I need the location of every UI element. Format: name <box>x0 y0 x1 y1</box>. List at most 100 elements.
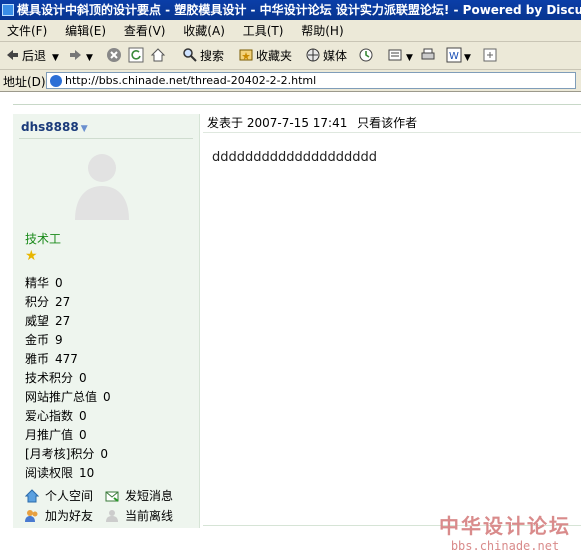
stat-label: 阅读权限 <box>25 466 74 480</box>
home-icon <box>25 489 39 503</box>
stat-label: 月推广值 <box>25 428 74 442</box>
author-profile-panel: dhs8888 ▼ 技术工 ★ 精华 0 积分 27 威望 27 金币 9 雅币 477 技… <box>13 114 200 528</box>
search-icon <box>183 48 197 62</box>
back-button[interactable]: 后退 ▼ <box>4 46 59 66</box>
home-icon <box>150 48 166 62</box>
history-button[interactable] <box>358 46 376 66</box>
address-url: http://bbs.chinade.net/thread-20402-2-2.… <box>65 74 317 87</box>
avatar <box>75 154 129 220</box>
media-icon <box>306 48 320 62</box>
add-friend-icon <box>25 510 38 522</box>
favorites-label: 收藏夹 <box>256 49 293 63</box>
site-watermark: 中华设计论坛 bbs.chinade.net <box>430 510 580 553</box>
stat-row: 积分 27 <box>25 293 111 312</box>
home-button[interactable] <box>150 46 168 66</box>
offline-user-icon <box>106 510 118 522</box>
edit-dropdown-icon: ▼ <box>464 53 471 63</box>
window-title: 模具设计中斜顶的设计要点 - 塑胶模具设计 - 中华设计论坛 设计实力派联盟论坛… <box>17 3 581 17</box>
stat-row: 月推广值 0 <box>25 426 111 445</box>
menu-favorites[interactable]: 收藏(A) <box>176 20 232 42</box>
mail-icon <box>388 49 402 61</box>
address-bar: 地址(D) http://bbs.chinade.net/thread-2040… <box>0 70 581 92</box>
mail-button[interactable]: ▼ <box>388 46 413 66</box>
post-datetime: 2007-7-15 17:41 <box>246 116 348 130</box>
address-label: 地址(D) <box>3 75 46 89</box>
stat-label: 雅币 <box>25 352 50 366</box>
stat-value: 0 <box>79 371 87 385</box>
personal-space-link[interactable]: 个人空间 <box>25 487 93 504</box>
ie-app-icon <box>2 4 14 16</box>
stat-value: 0 <box>103 390 111 404</box>
history-icon <box>359 48 373 62</box>
toolbar: 后退 ▼ ▼ 搜索 收藏夹 媒体 ▼ W ▼ <box>0 42 581 70</box>
user-rank: 技术工 <box>25 232 62 246</box>
refresh-button[interactable] <box>128 46 146 66</box>
menu-bar: 文件(F) 编辑(E) 查看(V) 收藏(A) 工具(T) 帮助(H) <box>0 20 581 42</box>
stat-row: 网站推广总值 0 <box>25 388 111 407</box>
forward-button[interactable]: ▼ <box>68 46 93 66</box>
refresh-icon <box>128 47 144 63</box>
stat-row: 爱心指数 0 <box>25 407 111 426</box>
stat-value: 27 <box>55 295 71 309</box>
stat-value: 0 <box>79 409 87 423</box>
messenger-button[interactable] <box>482 46 500 66</box>
forward-dropdown-icon: ▼ <box>86 53 93 63</box>
favorites-icon <box>239 49 253 61</box>
stat-label: [月考核]积分 <box>25 447 95 461</box>
mail-dropdown-icon: ▼ <box>406 53 413 63</box>
page-content: dhs8888 ▼ 技术工 ★ 精华 0 积分 27 威望 27 金币 9 雅币 477 技… <box>0 92 581 559</box>
post-meta: 发表于 2007-7-15 17:41 只看该作者 <box>207 114 417 131</box>
menu-edit[interactable]: 编辑(E) <box>58 20 113 42</box>
add-friend-link[interactable]: 加为好友 <box>25 507 93 524</box>
back-arrow-icon <box>7 50 18 60</box>
stat-label: 威望 <box>25 314 50 328</box>
stat-value: 10 <box>79 466 95 480</box>
stop-button[interactable] <box>106 46 124 66</box>
search-button[interactable]: 搜索 <box>182 46 224 66</box>
post-content: dddddddddddddddddddd <box>212 150 378 165</box>
posted-label: 发表于 <box>207 116 244 130</box>
stat-label: 网站推广总值 <box>25 390 98 404</box>
address-input[interactable]: http://bbs.chinade.net/thread-20402-2-2.… <box>46 72 576 89</box>
media-button[interactable]: 媒体 <box>305 46 347 66</box>
watermark-cn: 中华设计论坛 <box>439 514 571 538</box>
print-icon <box>421 48 435 60</box>
menu-tools[interactable]: 工具(T) <box>236 20 291 42</box>
stat-label: 技术积分 <box>25 371 74 385</box>
stat-value: 0 <box>79 428 87 442</box>
stat-label: 精华 <box>25 276 50 290</box>
message-icon <box>105 491 119 502</box>
menu-view[interactable]: 查看(V) <box>117 20 173 42</box>
forward-arrow-icon <box>70 50 81 60</box>
send-message-link[interactable]: 发短消息 <box>105 487 173 504</box>
stat-row: 金币 9 <box>25 331 111 350</box>
print-button[interactable] <box>420 46 438 66</box>
media-label: 媒体 <box>323 49 348 63</box>
stat-row: 阅读权限 10 <box>25 464 111 483</box>
user-stats: 精华 0 积分 27 威望 27 金币 9 雅币 477 技术积分 0 网站推广总值 0 爱心… <box>25 274 111 483</box>
stat-row: 雅币 477 <box>25 350 111 369</box>
menu-file[interactable]: 文件(F) <box>0 20 54 42</box>
watermark-en: bbs.chinade.net <box>450 539 560 553</box>
menu-help[interactable]: 帮助(H) <box>294 20 350 42</box>
page-favicon-icon <box>50 75 62 87</box>
window-titlebar: 模具设计中斜顶的设计要点 - 塑胶模具设计 - 中华设计论坛 设计实力派联盟论坛… <box>0 0 581 20</box>
profile-divider <box>19 138 193 139</box>
stat-label: 爱心指数 <box>25 409 74 423</box>
stat-value: 477 <box>55 352 78 366</box>
stat-value: 0 <box>100 447 109 461</box>
online-status: 当前离线 <box>105 507 173 524</box>
post-meta-divider <box>203 132 581 133</box>
stat-row: 技术积分 0 <box>25 369 111 388</box>
author-name[interactable]: dhs8888 ▼ <box>21 120 88 134</box>
send-message-label: 发短消息 <box>125 489 174 503</box>
back-label: 后退 <box>22 49 47 63</box>
stat-row: 精华 0 <box>25 274 111 293</box>
stop-icon <box>107 48 121 62</box>
author-only-link[interactable]: 只看该作者 <box>357 116 417 130</box>
favorites-button[interactable]: 收藏夹 <box>238 46 292 66</box>
messenger-icon <box>483 48 497 62</box>
edit-button[interactable]: W ▼ <box>446 46 471 66</box>
online-status-label: 当前离线 <box>125 509 174 523</box>
personal-space-label: 个人空间 <box>45 489 94 503</box>
